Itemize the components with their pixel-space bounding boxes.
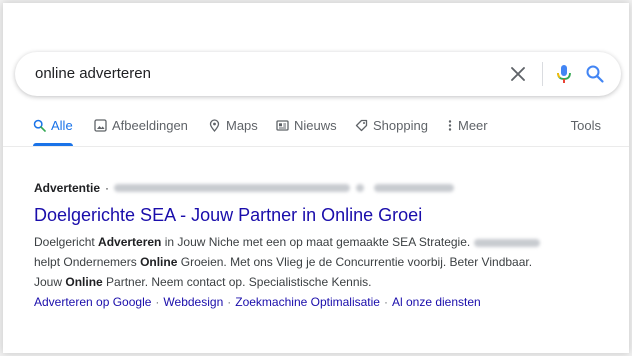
tab-label: Alle: [51, 118, 73, 133]
sitelink-separator: ·: [227, 295, 232, 309]
blurred-company-name: [473, 238, 540, 247]
sitelink-separator: ·: [155, 295, 160, 309]
sitelinks: Adverteren op Google · Webdesign · Zoekmachi…: [34, 293, 604, 311]
search-icon: [33, 119, 46, 132]
image-icon: [94, 119, 107, 132]
ad-description: Doelgericht Adverteren in Jouw Niche met…: [34, 232, 604, 292]
tab-label: Meer: [458, 118, 488, 133]
search-icon[interactable]: [585, 64, 605, 84]
sitelink-adverteren-op-google[interactable]: Adverteren op Google: [34, 295, 151, 309]
close-icon[interactable]: [509, 65, 527, 83]
tab-alle[interactable]: Alle: [33, 118, 73, 133]
tab-shopping[interactable]: Shopping: [355, 118, 428, 133]
snippet-text: helpt Ondernemers: [34, 255, 141, 269]
ad-description-line: Jouw Online Partner. Neem contact op. Sp…: [34, 272, 604, 292]
tab-label: Nieuws: [294, 118, 337, 133]
tab-label: Shopping: [373, 118, 428, 133]
snippet-text: Partner. Neem contact op. Specialistisch…: [102, 275, 372, 289]
blurred-phone-number: [374, 184, 455, 192]
tab-label: Maps: [226, 118, 258, 133]
ad-separator: ·: [105, 181, 110, 195]
tools-button[interactable]: Tools: [571, 118, 601, 133]
tab-maps[interactable]: Maps: [208, 118, 258, 133]
search-divider: [542, 62, 543, 86]
ad-description-line: helpt Ondernemers Online Groeien. Met on…: [34, 252, 604, 272]
sitelink-webdesign[interactable]: Webdesign: [163, 295, 223, 309]
search-tabs: Alle Afbeeldingen Maps Nieuws Shopping M…: [3, 112, 629, 146]
snippet-bold-text: Online: [65, 275, 103, 289]
search-results-panel: online adverteren Alle Afbeeldingen Maps…: [3, 3, 629, 353]
sitelink-al-onze-diensten[interactable]: Al onze diensten: [392, 295, 481, 309]
blurred-dropdown-arrow: [356, 184, 365, 192]
snippet-text: Doelgericht: [34, 235, 99, 249]
search-input[interactable]: online adverteren: [35, 65, 151, 82]
tab-nieuws[interactable]: Nieuws: [276, 118, 337, 133]
ad-result: Advertentie · Doelgerichte SEA - Jouw Pa…: [34, 180, 604, 311]
tabs-divider: [3, 146, 629, 147]
tab-meer[interactable]: Meer: [447, 118, 488, 133]
ad-header: Advertentie ·: [34, 180, 604, 196]
search-box[interactable]: online adverteren: [15, 52, 621, 96]
microphone-icon[interactable]: [553, 63, 575, 85]
snippet-bold-text: Adverteren: [98, 235, 162, 249]
snippet-text: Jouw: [34, 275, 66, 289]
snippet-bold-text: Online: [140, 255, 178, 269]
ad-label: Advertentie: [34, 181, 101, 195]
blurred-display-url: [114, 184, 351, 192]
tab-label: Afbeeldingen: [112, 118, 188, 133]
newspaper-icon: [276, 120, 289, 131]
snippet-text: Groeien. Met ons Vlieg je de Concurrenti…: [177, 255, 533, 269]
map-pin-icon: [209, 119, 220, 132]
ad-description-line: Doelgericht Adverteren in Jouw Niche met…: [34, 232, 604, 252]
sitelink-separator: ·: [383, 295, 388, 309]
tab-afbeeldingen[interactable]: Afbeeldingen: [94, 118, 188, 133]
tag-icon: [355, 119, 368, 132]
more-vert-icon: [448, 120, 452, 131]
ad-title-link[interactable]: Doelgerichte SEA - Jouw Partner in Onlin…: [34, 204, 604, 226]
snippet-text: in Jouw Niche met een op maat gemaakte S…: [161, 235, 471, 249]
sitelink-zoekmachine-optimalisatie[interactable]: Zoekmachine Optimalisatie: [235, 295, 380, 309]
